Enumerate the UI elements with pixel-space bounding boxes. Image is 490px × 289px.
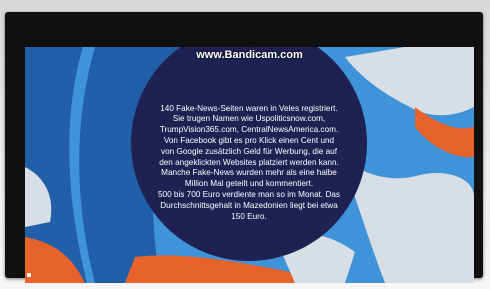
corner-marker bbox=[27, 273, 31, 277]
video-screen[interactable]: www.Bandicam.com 140 Fake-News-Seiten wa… bbox=[25, 47, 474, 283]
recording-watermark: www.Bandicam.com bbox=[196, 49, 303, 61]
caption-text: 140 Fake-News-Seiten waren in Veles regi… bbox=[157, 103, 341, 221]
monitor-bezel: www.Bandicam.com 140 Fake-News-Seiten wa… bbox=[5, 12, 483, 283]
